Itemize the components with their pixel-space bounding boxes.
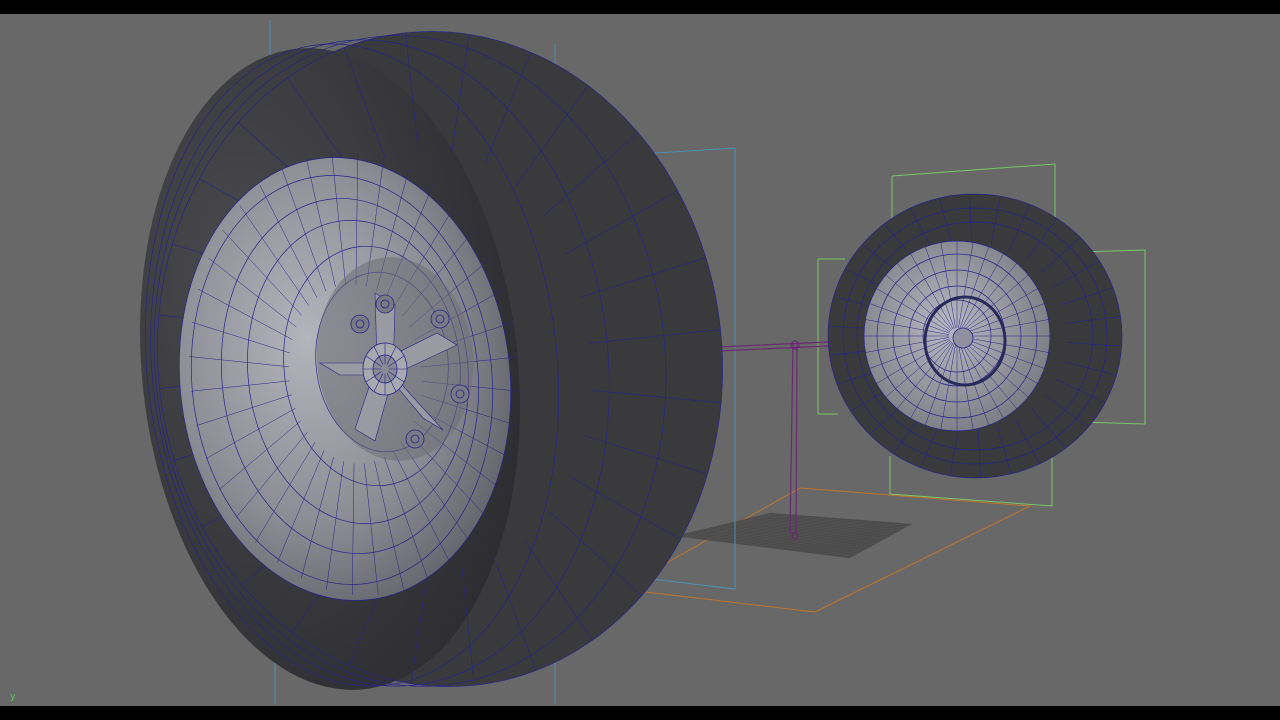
small-rim	[863, 240, 1051, 432]
scene-canvas[interactable]	[0, 14, 1280, 706]
top-letterbox	[0, 0, 1280, 14]
bottom-letterbox	[0, 706, 1280, 720]
screenshot-frame: y	[0, 0, 1280, 720]
axis-indicator: y	[10, 692, 16, 702]
3d-viewport[interactable]: y	[0, 14, 1280, 706]
large-wheel[interactable]	[109, 14, 754, 706]
small-wheel[interactable]	[818, 184, 1131, 488]
